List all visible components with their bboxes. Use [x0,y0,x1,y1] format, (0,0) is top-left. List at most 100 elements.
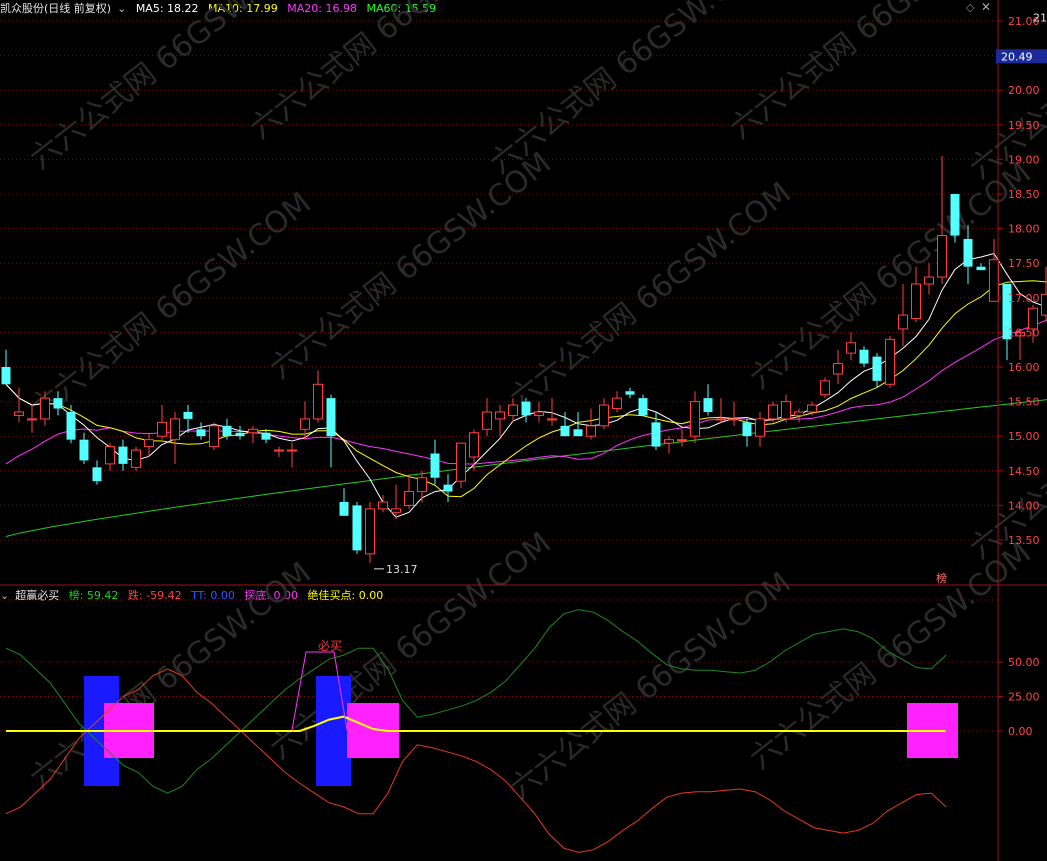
price-tick-label: 18.00 [1008,223,1040,236]
watermark-text: 六六公式网 66GSW.COM [743,536,1037,777]
candle-body-down [1,367,11,385]
candle-body-up [469,432,479,458]
candle-body-down [222,425,232,437]
price-tick-label: 17.50 [1008,257,1040,270]
price-tick-label: 14.50 [1008,465,1040,478]
candle-body-up [989,259,999,302]
candle-body-down [79,439,89,461]
candle-body-up [898,314,908,330]
candle-body-up [729,418,739,421]
price-tick-label: 16.00 [1008,361,1040,374]
candle-body-up [534,411,544,416]
oscillator-panel: 必买 [5,609,958,853]
candle-body-down [872,356,882,381]
candle-body-down [560,425,570,437]
candle-body-up [391,508,401,513]
candle-body-up [417,477,427,493]
candle-body-up [287,449,297,452]
candle-body-up [781,401,791,420]
candle-body-up [14,411,24,416]
candle-body-down [53,398,63,409]
candle-body-down [183,411,193,419]
candle-body-up [846,342,856,354]
bibuy-label: 必买 [318,639,342,653]
candle-body-up [807,404,817,413]
price-tick-label: 15.00 [1008,430,1040,443]
candle-body-down [235,432,245,437]
osc-tick-label: 25.00 [1008,691,1040,704]
candle-body-up [547,418,557,421]
watermark-text: 六六公式网 66GSW.COM [23,0,317,176]
candle-body-up [378,501,388,510]
watermark-text: 六六公式网 66GSW.COM [503,566,797,807]
bang-badge: 榜 [936,571,947,585]
candle-body-up [300,418,310,430]
price-tick-label: 14.00 [1008,499,1040,512]
candle-body-up [599,404,609,427]
candle-body-down [950,194,960,236]
candle-body-up [40,397,50,420]
price-tick-label: 20.00 [1008,84,1040,97]
candle-body-up [820,380,830,396]
candle-body-up [768,404,778,420]
price-tick-label: 19.50 [1008,119,1040,132]
candle-body-up [105,446,115,465]
candle-body-up [586,425,596,437]
candle-body-up [508,404,518,416]
candle-body-up [170,418,180,441]
price-tick-label: 18.50 [1008,188,1040,201]
candle-body-down [352,505,362,551]
candle-body-up [1041,293,1047,316]
candle-body-up [404,491,414,506]
candle-body-down [742,422,752,437]
candle-body-up [885,338,895,385]
grid-lines [0,20,998,732]
candle-body-up [937,235,947,278]
candle-body-up [664,439,674,444]
watermark-text: 六六公式网 66GSW.COM [243,0,537,146]
candle-body-down [976,266,986,271]
candle-body-down [573,429,583,437]
candle-body-down [703,398,713,412]
signal-block [316,676,351,786]
osc-tick-label: 50.00 [1008,656,1040,669]
price-tick-label: 15.50 [1008,396,1040,409]
candle-body-up [924,276,934,285]
chart-canvas: 六六公式网 66GSW.COM六六公式网 66GSW.COM六六公式网 66GS… [0,0,1047,861]
price-tick-label: 17.00 [1008,292,1040,305]
high-price-label: 21.05 [1033,12,1047,25]
candle-body-up [27,418,37,421]
candle-body-up [131,449,141,468]
candle-body-down [66,411,76,440]
candle-body-up [456,442,466,482]
price-tick-label: 13.50 [1008,534,1040,547]
candle-body-down [339,501,349,516]
candle-body-up [248,428,258,434]
candle-body-down [196,429,206,437]
candle-body-down [638,398,648,416]
candle-body-up [274,449,284,452]
candle-body-down [859,349,869,364]
candle-body-up [209,425,219,448]
candle-body-up [313,383,323,420]
price-tick-label: 16.50 [1008,326,1040,339]
candle-body-up [794,411,804,416]
price-tick-label: 19.00 [1008,153,1040,166]
candle-body-up [482,411,492,430]
annotations: 21.0513.17榜涨财 [374,12,1047,585]
candle-body-up [690,401,700,437]
current-price-label: 20.49 [1001,50,1033,63]
watermark-text: 六六公式网 66GSW.COM [23,186,317,427]
candle-body-up [755,418,765,437]
candle-body-down [326,398,336,437]
candle-body-up [677,439,687,442]
candle-body-down [625,391,635,395]
candle-body-down [430,453,440,478]
stock-chart-window: { "main_header": { "title": "凯众股份(日线 前复权… [0,0,1047,861]
watermark-text: 六六公式网 66GSW.COM [723,0,1017,146]
candle-body-up [495,411,505,420]
candle-body-down [92,467,102,482]
candle-body-down [651,422,661,447]
candle-body-down [963,238,973,267]
candle-body-down [261,432,271,440]
